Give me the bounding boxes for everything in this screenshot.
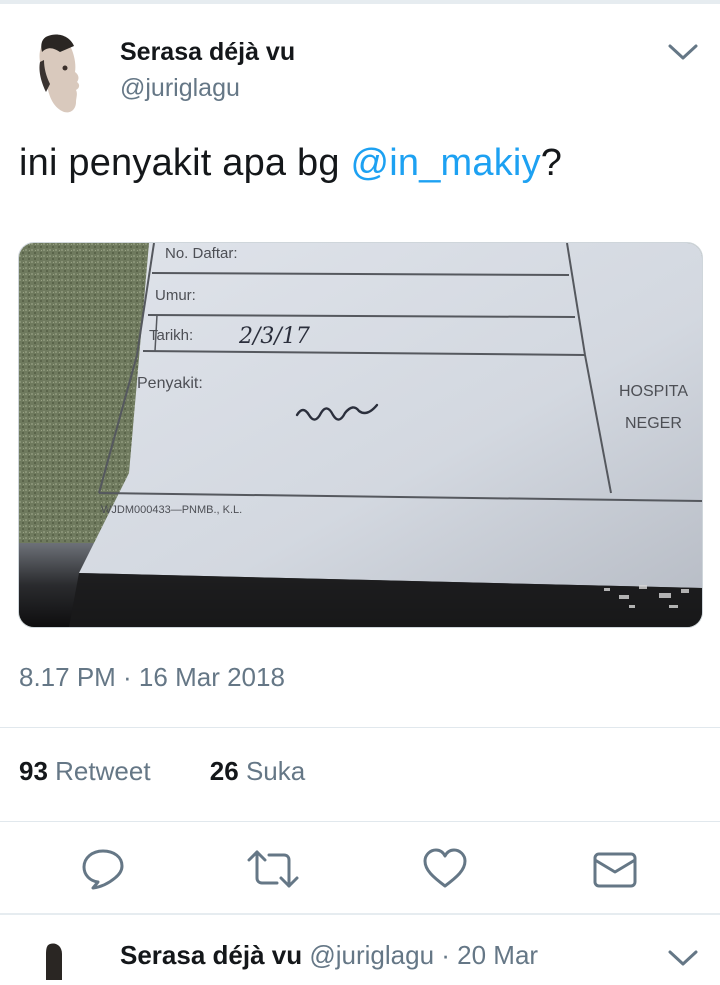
chevron-down-icon[interactable] bbox=[666, 946, 700, 970]
heart-icon bbox=[423, 848, 467, 888]
form-code: WJDM000433—PNMB., K.L. bbox=[101, 504, 242, 516]
like-button[interactable] bbox=[416, 840, 474, 898]
next-tweet[interactable]: Serasa déjà vu @juriglagu · 20 Mar bbox=[0, 918, 720, 980]
tweet-text-body: ini penyakit apa bg bbox=[19, 142, 351, 184]
tweet-photo[interactable]: No. Daftar: Umur: Tarikh: Penyakit: HOSP… bbox=[18, 242, 703, 628]
action-bar bbox=[0, 840, 720, 898]
chevron-down-icon[interactable] bbox=[666, 40, 700, 64]
share-button[interactable] bbox=[586, 840, 644, 898]
divider bbox=[0, 821, 720, 822]
avatar[interactable] bbox=[20, 28, 100, 116]
tweet-text: ini penyakit apa bg @in_makiy? bbox=[19, 142, 562, 185]
like-stat[interactable]: 26 Suka bbox=[210, 756, 305, 787]
tweet-text-suffix: ? bbox=[540, 142, 563, 184]
avatar[interactable] bbox=[36, 940, 76, 980]
form-no-daftar: No. Daftar: bbox=[165, 245, 238, 262]
reply-button[interactable] bbox=[74, 840, 132, 898]
retweet-count: 93 bbox=[19, 756, 48, 786]
mention-link[interactable]: @in_makiy bbox=[350, 142, 540, 184]
user-handle[interactable]: @juriglagu bbox=[120, 74, 240, 103]
speech-bubble-icon bbox=[82, 849, 124, 890]
divider bbox=[0, 727, 720, 728]
divider bbox=[0, 913, 720, 915]
form-tarikh-value: 2/3/17 bbox=[238, 324, 310, 349]
form-tarikh: Tarikh: bbox=[149, 327, 193, 344]
form-hospital-2: NEGER bbox=[625, 415, 682, 432]
retweet-button[interactable] bbox=[244, 840, 302, 898]
next-date: · 20 Mar bbox=[441, 940, 539, 970]
next-tweet-header: Serasa déjà vu @juriglagu · 20 Mar bbox=[120, 940, 538, 971]
retweet-label: Retweet bbox=[55, 756, 151, 786]
display-name[interactable]: Serasa déjà vu bbox=[120, 38, 295, 67]
retweet-arrows-icon bbox=[247, 850, 299, 888]
next-handle[interactable]: @juriglagu bbox=[309, 940, 434, 970]
form-hospital-1: HOSPITA bbox=[619, 383, 688, 400]
form-umur: Umur: bbox=[155, 287, 196, 304]
form-penyakit: Penyakit: bbox=[137, 375, 203, 392]
next-display-name[interactable]: Serasa déjà vu bbox=[120, 940, 302, 970]
retweet-stat[interactable]: 93 Retweet bbox=[19, 756, 151, 787]
like-count: 26 bbox=[209, 756, 239, 786]
top-divider bbox=[0, 0, 720, 4]
like-label: Suka bbox=[245, 756, 306, 786]
envelope-icon bbox=[593, 852, 637, 888]
tweet-timestamp[interactable]: 8.17 PM · 16 Mar 2018 bbox=[19, 662, 285, 693]
tweet-stats: 93 Retweet 26 Suka bbox=[19, 756, 357, 787]
